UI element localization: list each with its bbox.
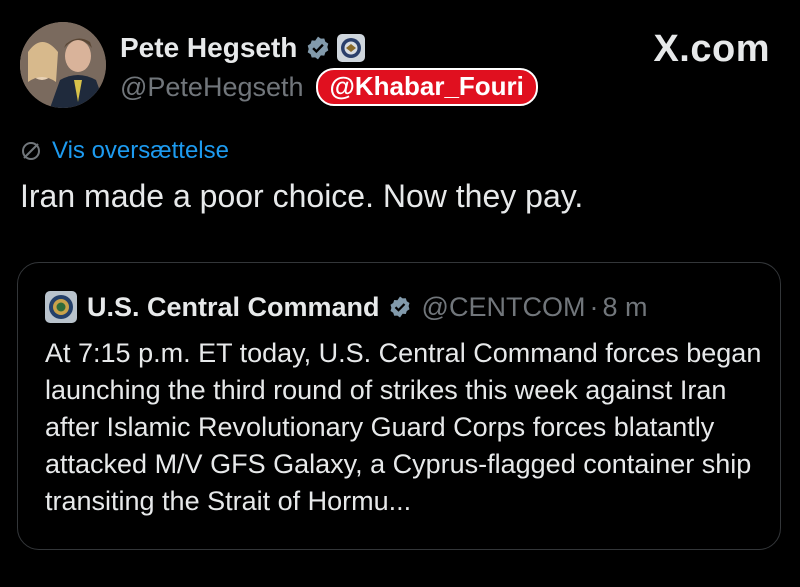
quoted-post[interactable]: U.S. Central Command @CENTCOM · 8 m At 7… <box>17 262 781 550</box>
translate-icon <box>22 142 40 160</box>
quoted-post-time[interactable]: 8 m <box>602 292 647 323</box>
avatar-photo <box>20 22 106 108</box>
centcom-logo-icon <box>45 291 77 323</box>
quoted-author-handle[interactable]: @CENTCOM <box>422 292 586 323</box>
quoted-post-header: U.S. Central Command @CENTCOM · 8 m <box>45 291 647 323</box>
verified-badge-icon <box>388 295 412 319</box>
quoted-author-name[interactable]: U.S. Central Command <box>87 292 380 323</box>
translate-label: Vis oversættelse <box>52 137 229 164</box>
quoted-post-text: At 7:15 p.m. ET today, U.S. Central Comm… <box>45 338 762 516</box>
translate-link[interactable]: Vis oversættelse <box>20 137 229 165</box>
watermark-badge: @Khabar_Fouri <box>315 68 538 106</box>
government-seal-icon <box>337 34 366 62</box>
author-block: Pete Hegseth @PeteHegseth @Khabar_Fouri <box>120 30 538 106</box>
verified-badge-icon <box>305 35 331 61</box>
author-name[interactable]: Pete Hegseth <box>120 32 297 64</box>
post-text: Iran made a poor choice. Now they pay. <box>20 178 584 214</box>
author-handle[interactable]: @PeteHegseth <box>120 72 304 103</box>
separator-dot: · <box>589 291 599 322</box>
brand-logo: X.com <box>653 28 770 70</box>
avatar[interactable] <box>20 22 106 108</box>
